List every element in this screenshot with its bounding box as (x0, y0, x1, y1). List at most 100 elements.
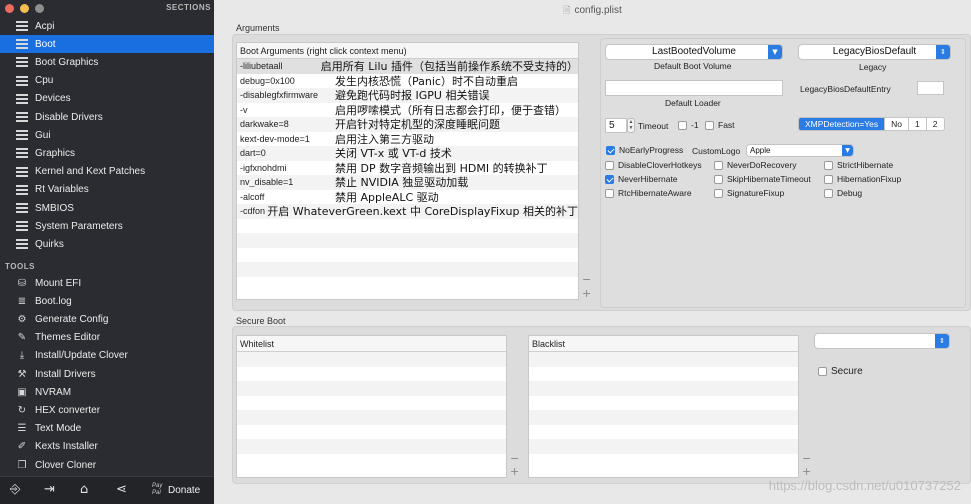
boot-argument-row[interactable] (237, 248, 578, 263)
paypal-icon[interactable]: Pay Pal (152, 483, 164, 497)
checkbox-debug[interactable]: Debug (824, 188, 862, 198)
legacy-select[interactable]: LegacyBiosDefault ⇕ (798, 44, 951, 60)
sidebar-item-boot[interactable]: Boot (0, 35, 214, 54)
boot-argument-row[interactable]: nv_disable=1 禁止 NVIDIA 独显驱动加载 (237, 175, 578, 190)
boot-argument-row[interactable]: -disablegfxfirmware 避免跑代码时报 IGPU 相关错误 (237, 88, 578, 103)
import-icon[interactable]: ⇥ (44, 482, 55, 497)
tool-boot-log[interactable]: ≣ Boot.log (0, 292, 214, 310)
add-whitelist-button[interactable]: + (510, 465, 519, 478)
xmp-no-segment[interactable]: No (885, 118, 910, 130)
list-row[interactable] (237, 381, 506, 396)
sidebar-item-disable-drivers[interactable]: Disable Drivers (0, 108, 214, 126)
checkbox-hibernationfixup[interactable]: HibernationFixup (824, 174, 901, 184)
boot-argument-row[interactable]: -igfxnohdmi 禁用 DP 数字音频输出到 HDMI 的转换补丁 (237, 161, 578, 176)
legacy-bios-default-entry-field[interactable] (917, 81, 944, 95)
list-row[interactable] (529, 352, 798, 367)
add-blacklist-button[interactable]: + (802, 465, 811, 478)
sidebar-item-acpi[interactable]: Acpi (0, 17, 214, 35)
list-row[interactable] (529, 410, 798, 425)
list-row[interactable] (529, 396, 798, 411)
sidebar-item-graphics[interactable]: Graphics (0, 144, 214, 162)
secure-checkbox[interactable]: Secure (818, 366, 863, 377)
sidebar-item-quirks[interactable]: Quirks (0, 235, 214, 253)
list-row[interactable] (529, 454, 798, 469)
sidebar-item-smbios[interactable]: SMBIOS (0, 199, 214, 217)
close-window-button[interactable] (5, 4, 14, 13)
tool-text-mode[interactable]: ☰ Text Mode (0, 420, 214, 438)
sidebar-item-gui[interactable]: Gui (0, 126, 214, 144)
tool-nvram[interactable]: ▣ NVRAM (0, 383, 214, 401)
sidebar-item-kernel-and-kext-patches[interactable]: Kernel and Kext Patches (0, 163, 214, 181)
boot-argument-row[interactable]: dart=0 关闭 VT-x 或 VT-d 技术 (237, 146, 578, 161)
list-row[interactable] (529, 439, 798, 454)
add-argument-button[interactable]: + (582, 287, 591, 300)
timeout-stepper[interactable]: ▲ ▼ (627, 118, 635, 133)
list-row[interactable] (529, 367, 798, 382)
donate-button[interactable]: Donate (168, 485, 200, 496)
minimize-window-button[interactable] (20, 4, 29, 13)
xmp-detection-segmented[interactable]: XMPDetection=Yes No 1 2 (798, 117, 945, 131)
checkbox-rtchibernateaware[interactable]: RtcHibernateAware (605, 188, 692, 198)
tool-generate-config[interactable]: ⚙ Generate Config (0, 310, 214, 328)
remove-whitelist-button[interactable]: − (510, 452, 519, 465)
boot-argument-row[interactable] (237, 233, 578, 248)
boot-argument-row[interactable]: debug=0x100 发生内核恐慌（Panic）时不自动重启 (237, 74, 578, 89)
tool-kexts-installer[interactable]: ✐ Kexts Installer (0, 438, 214, 456)
list-row[interactable] (529, 425, 798, 440)
checkbox-signaturefixup[interactable]: SignatureFixup (714, 188, 784, 198)
boot-argument-row[interactable]: -alcoff 禁用 AppleALC 驱动 (237, 190, 578, 205)
no-early-progress-checkbox[interactable]: NoEarlyProgress (606, 145, 683, 155)
tool-mount-efi[interactable]: ⛁ Mount EFI (0, 274, 214, 292)
boot-argument-row[interactable] (237, 262, 578, 277)
remove-blacklist-button[interactable]: − (802, 452, 811, 465)
tool-hex-converter[interactable]: ↻ HEX converter (0, 401, 214, 419)
xmp-yes-segment[interactable]: XMPDetection=Yes (799, 118, 886, 130)
default-loader-field[interactable] (605, 80, 783, 96)
timeout-field[interactable]: 5 (605, 118, 627, 133)
list-row[interactable] (237, 410, 506, 425)
list-row[interactable] (529, 381, 798, 396)
checkbox-disablecloverhotkeys[interactable]: DisableCloverHotkeys (605, 160, 702, 170)
tool-install-drivers[interactable]: ⚒ Install Drivers (0, 365, 214, 383)
tool-clover-cloner[interactable]: ❐ Clover Cloner (0, 456, 214, 474)
boot-argument-row[interactable]: darkwake=8 开启针对特定机型的深度睡眠问题 (237, 117, 578, 132)
list-row[interactable] (237, 425, 506, 440)
boot-argument-row[interactable]: -cdfon 开启 WhateverGreen.kext 中 CoreDispla… (237, 204, 578, 219)
custom-logo-select[interactable]: Apple ▼ (746, 144, 854, 157)
xmp-1-segment[interactable]: 1 (909, 118, 927, 130)
secure-boot-policy-select[interactable]: ⇕ (814, 333, 950, 349)
checkbox-stricthibernate[interactable]: StrictHibernate (824, 160, 893, 170)
home-icon[interactable]: ⌂ (80, 482, 88, 497)
boot-argument-row[interactable]: kext-dev-mode=1 启用注入第三方驱动 (237, 132, 578, 147)
boot-argument-row[interactable]: -liliubetaall 启用所有 Lilu 插件（包括当前操作系统不受支持的） (237, 59, 578, 74)
boot-arguments-table[interactable]: Boot Arguments (right click context menu… (236, 42, 579, 300)
checkbox-neverdorecovery[interactable]: NeverDoRecovery (714, 160, 796, 170)
checkbox-skiphibernatetimeout[interactable]: SkipHibernateTimeout (714, 174, 811, 184)
sidebar-item-cpu[interactable]: Cpu (0, 72, 214, 90)
sidebar-item-system-parameters[interactable]: System Parameters (0, 217, 214, 235)
sidebar-item-boot-graphics[interactable]: Boot Graphics (0, 53, 214, 71)
sidebar-item-devices[interactable]: Devices (0, 90, 214, 108)
share-icon[interactable]: ⋖ (116, 482, 127, 497)
whitelist-table[interactable]: Whitelist (236, 335, 507, 478)
boot-argument-row[interactable] (237, 277, 578, 292)
tool-install-update-clover[interactable]: ⤓ Install/Update Clover (0, 347, 214, 365)
export-icon[interactable]: ⎆ (10, 482, 20, 497)
zoom-window-button[interactable] (35, 4, 44, 13)
list-row[interactable] (237, 396, 506, 411)
default-boot-volume-select[interactable]: LastBootedVolume ▼ (605, 44, 783, 60)
timeout-minus-one-checkbox[interactable]: -1 (678, 120, 699, 130)
boot-argument-row[interactable] (237, 219, 578, 234)
list-row[interactable] (237, 352, 506, 367)
list-row[interactable] (237, 454, 506, 469)
remove-argument-button[interactable]: − (582, 273, 591, 286)
checkbox-neverhibernate[interactable]: NeverHibernate (605, 174, 678, 184)
fast-checkbox[interactable]: Fast (705, 120, 735, 130)
list-row[interactable] (237, 367, 506, 382)
sidebar-item-rt-variables[interactable]: Rt Variables (0, 181, 214, 199)
tool-themes-editor[interactable]: ✎ Themes Editor (0, 329, 214, 347)
list-row[interactable] (237, 439, 506, 454)
blacklist-table[interactable]: Blacklist (528, 335, 799, 478)
boot-argument-row[interactable]: -v 启用啰嗦模式（所有日志都会打印，便于查错） (237, 103, 578, 118)
xmp-2-segment[interactable]: 2 (927, 118, 944, 130)
